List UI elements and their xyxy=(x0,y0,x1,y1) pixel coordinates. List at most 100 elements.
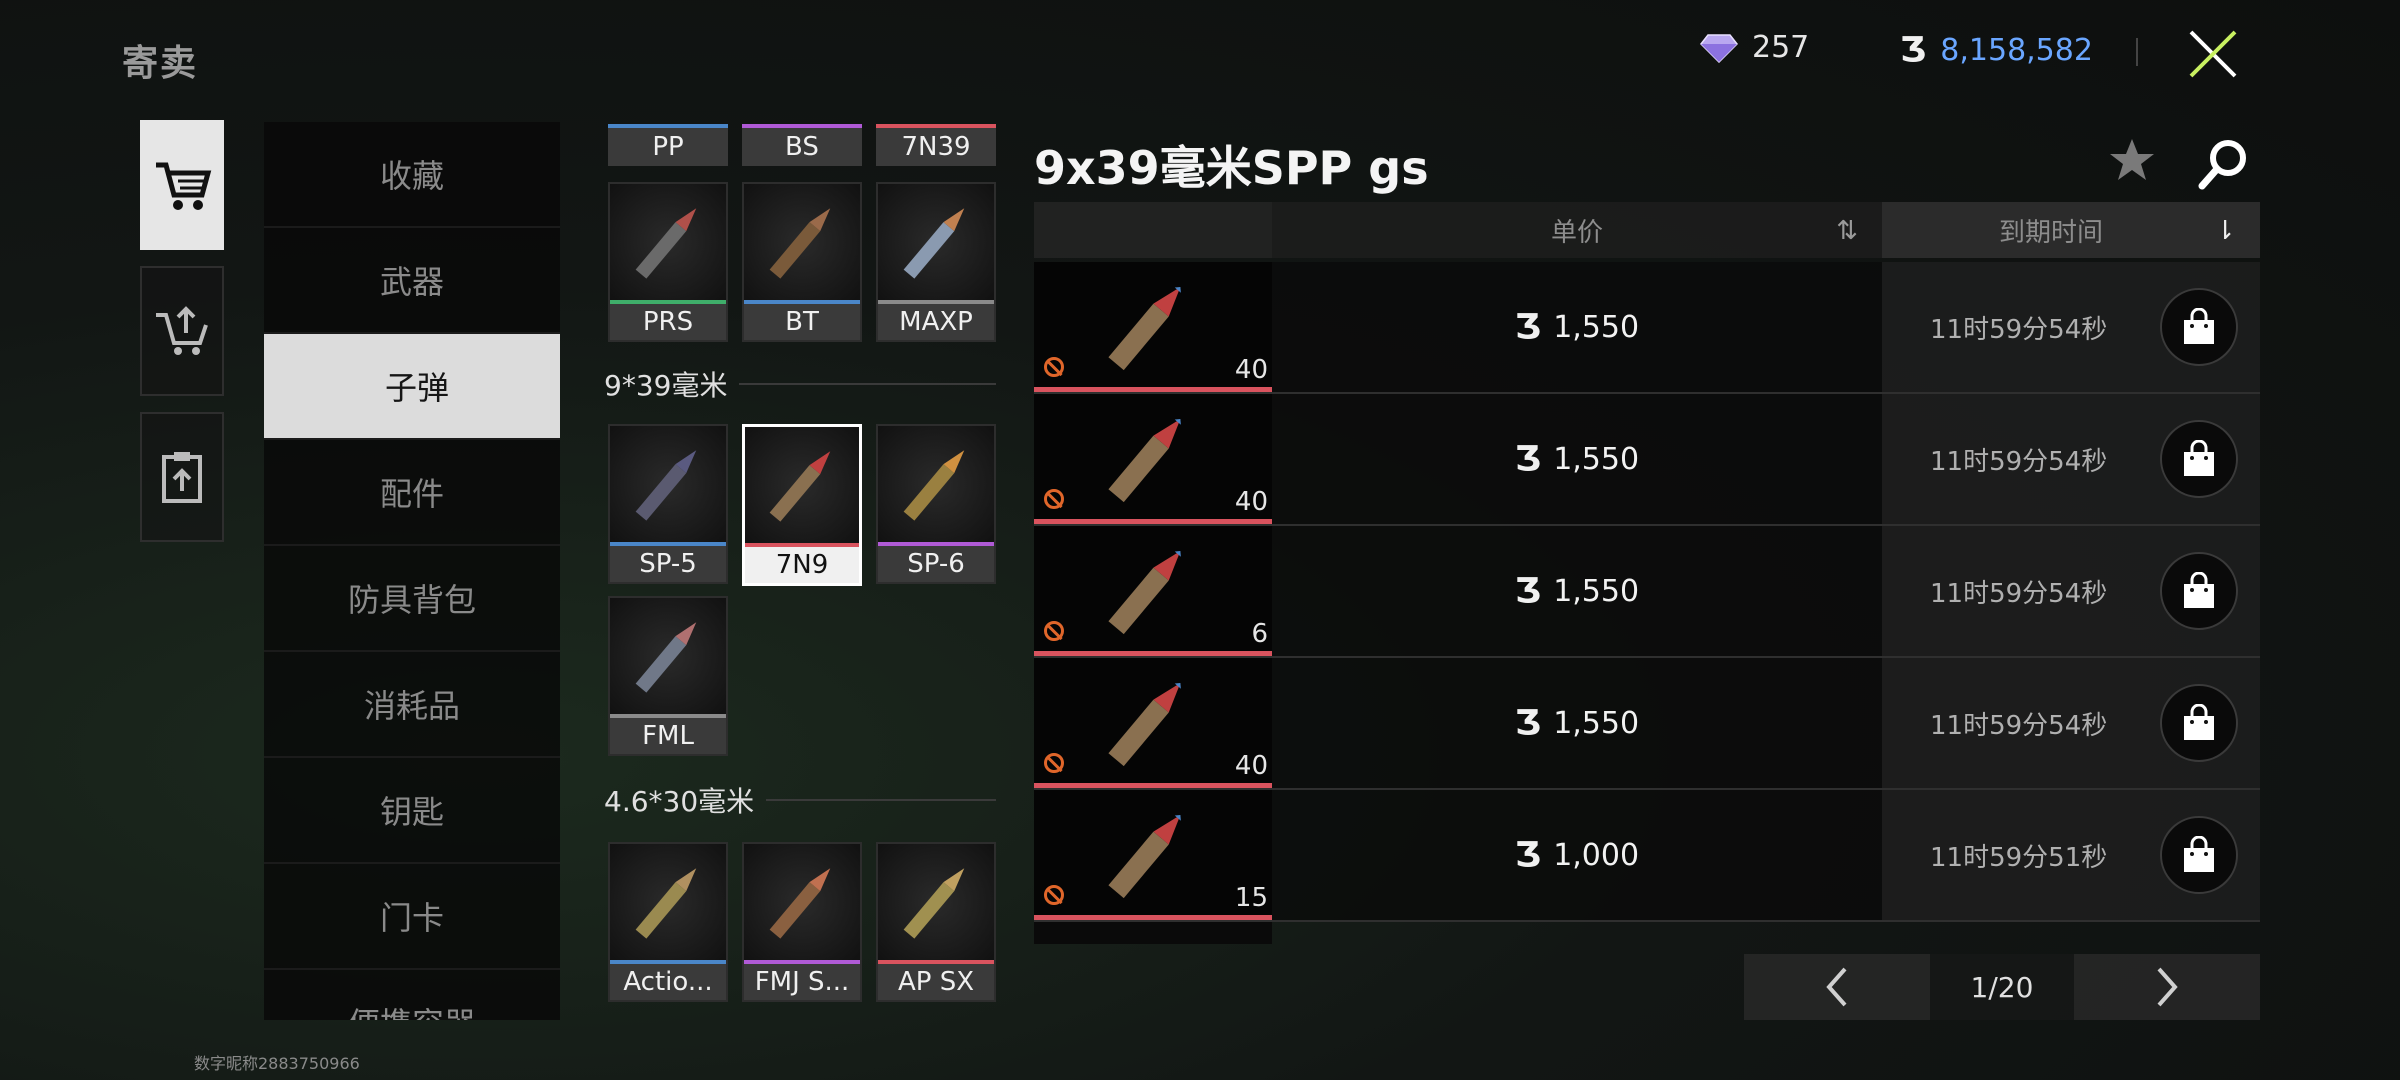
header-divider xyxy=(2136,38,2138,66)
price-value: 1,550 xyxy=(1553,573,1640,609)
category-containers[interactable]: 便携容器 xyxy=(264,970,560,1020)
search-icon[interactable] xyxy=(2196,136,2252,192)
listing-expiry: 11时59分51秒 xyxy=(1882,790,2260,920)
prev-page-button[interactable] xyxy=(1744,954,1930,1020)
listing-thumb: 40 xyxy=(1034,394,1272,524)
coin-icon: Ӡ xyxy=(1514,307,1542,347)
category-consumables[interactable]: 消耗品 xyxy=(264,652,560,758)
bullet-icon xyxy=(878,184,994,300)
expiry-value: 11时59分54秒 xyxy=(1930,578,2108,609)
listing-header: 单价 ⇅ 到期时间 ⇂ xyxy=(1034,202,2260,258)
shopping-bag-icon xyxy=(2184,836,2214,872)
bullet-icon xyxy=(610,184,726,300)
sort-desc-icon: ⇂ xyxy=(2214,216,2236,246)
listing-row[interactable]: 6 Ӡ 1,550 11时59分54秒 xyxy=(1034,526,2260,658)
listing-row-partial xyxy=(1034,922,1272,944)
ammo-label: SP-6 xyxy=(878,542,994,582)
ammo-card-fmj-sx[interactable]: FMJ S... xyxy=(742,842,862,1002)
tab-records[interactable] xyxy=(140,412,224,542)
category-favorites[interactable]: 收藏 xyxy=(264,122,560,228)
ammo-card-maxp[interactable]: MAXP xyxy=(876,182,996,342)
buy-button[interactable] xyxy=(2160,420,2238,498)
listing-row[interactable]: 40 Ӡ 1,550 11时59分54秒 xyxy=(1034,394,2260,526)
ammo-grid: PP BS 7N39 PRS BT MAXP 9*39毫米 SP-5 7N9 S… xyxy=(604,120,1004,1020)
coin-icon: Ӡ xyxy=(1514,571,1542,611)
listing-row[interactable]: 40 Ӡ 1,550 11时59分54秒 xyxy=(1034,658,2260,790)
ammo-label: FMJ S... xyxy=(744,960,860,1000)
buy-button[interactable] xyxy=(2160,288,2238,366)
category-weapons[interactable]: 武器 xyxy=(264,228,560,334)
close-button[interactable] xyxy=(2172,18,2254,90)
listing-expiry: 11时59分54秒 xyxy=(1882,394,2260,524)
header-price-label: 单价 xyxy=(1550,217,1603,248)
next-page-button[interactable] xyxy=(2074,954,2260,1020)
not-tradable-icon xyxy=(1044,489,1064,509)
buy-button[interactable] xyxy=(2160,684,2238,762)
coin-icon: Ӡ xyxy=(1514,439,1542,479)
bullet-icon xyxy=(878,426,994,542)
item-quantity: 40 xyxy=(1234,487,1268,517)
money-amount: 8,158,582 xyxy=(1940,32,2093,68)
tab-buy[interactable] xyxy=(140,120,224,250)
section-9x39: 9*39毫米 xyxy=(604,364,996,404)
ammo-label: BT xyxy=(744,300,860,340)
category-list: 收藏 武器 子弹 配件 防具背包 消耗品 钥匙 门卡 便携容器 xyxy=(264,122,560,1020)
listing-row[interactable]: 15 Ӡ 1,000 11时59分51秒 xyxy=(1034,790,2260,922)
bullet-icon xyxy=(878,844,994,960)
money-balance: Ӡ 8,158,582 xyxy=(1900,30,2093,70)
price-value: 1,000 xyxy=(1553,837,1640,873)
ammo-label: AP SX xyxy=(878,960,994,1000)
listing-expiry: 11时59分54秒 xyxy=(1882,526,2260,656)
not-tradable-icon xyxy=(1044,753,1064,773)
buy-button[interactable] xyxy=(2160,816,2238,894)
cart-upload-icon xyxy=(156,306,208,355)
not-tradable-icon xyxy=(1044,357,1064,377)
price-value: 1,550 xyxy=(1553,309,1640,345)
listing-row[interactable]: 40 Ӡ 1,550 11时59分54秒 xyxy=(1034,262,2260,394)
category-attachments[interactable]: 配件 xyxy=(264,440,560,546)
header-price[interactable]: 单价 ⇅ xyxy=(1272,202,1882,258)
listing-price: Ӡ 1,550 xyxy=(1272,262,1882,392)
ammo-chip-bs[interactable]: BS xyxy=(742,124,862,166)
tab-sell[interactable] xyxy=(140,266,224,396)
listing-price: Ӡ 1,550 xyxy=(1272,526,1882,656)
listing-thumb: 6 xyxy=(1034,526,1272,656)
ammo-chip-pp[interactable]: PP xyxy=(608,124,728,166)
ammo-label: PRS xyxy=(610,300,726,340)
ammo-card-sp5[interactable]: SP-5 xyxy=(608,424,728,584)
shopping-bag-icon xyxy=(2184,704,2214,740)
header-expiry[interactable]: 到期时间 ⇂ xyxy=(1882,202,2260,258)
buy-button[interactable] xyxy=(2160,552,2238,630)
ammo-card-action[interactable]: Actio... xyxy=(608,842,728,1002)
section-title: 4.6*30毫米 xyxy=(604,785,755,818)
listing-thumb: 40 xyxy=(1034,262,1272,392)
ammo-card-ap-sx[interactable]: AP SX xyxy=(876,842,996,1002)
expiry-value: 11时59分54秒 xyxy=(1930,446,2108,477)
bullet-icon xyxy=(744,844,860,960)
section-divider xyxy=(739,383,996,385)
ammo-card-bt[interactable]: BT xyxy=(742,182,862,342)
bullet-icon xyxy=(744,184,860,300)
bullet-icon xyxy=(610,426,726,542)
category-keycards[interactable]: 门卡 xyxy=(264,864,560,970)
listing-expiry: 11时59分54秒 xyxy=(1882,658,2260,788)
bullet-icon xyxy=(610,844,726,960)
category-armor-bags[interactable]: 防具背包 xyxy=(264,546,560,652)
ammo-card-sp6[interactable]: SP-6 xyxy=(876,424,996,584)
user-id-watermark: 数字昵称2883750966 xyxy=(194,1054,360,1073)
ammo-label: Actio... xyxy=(610,960,726,1000)
bullet-icon xyxy=(1108,551,1181,635)
ammo-card-prs[interactable]: PRS xyxy=(608,182,728,342)
not-tradable-icon xyxy=(1044,885,1064,905)
listing-expiry: 11时59分54秒 xyxy=(1882,262,2260,392)
category-ammo[interactable]: 子弹 xyxy=(264,334,560,440)
item-quantity: 15 xyxy=(1234,883,1268,913)
ammo-chip-7n39[interactable]: 7N39 xyxy=(876,124,996,166)
listing-thumb: 15 xyxy=(1034,790,1272,920)
close-icon xyxy=(2189,30,2237,78)
ammo-card-7n9[interactable]: 7N9 xyxy=(742,424,862,586)
ammo-card-fml[interactable]: FML xyxy=(608,596,728,756)
shopping-bag-icon xyxy=(2184,572,2214,608)
category-keys[interactable]: 钥匙 xyxy=(264,758,560,864)
favorite-star-icon[interactable] xyxy=(2108,136,2156,184)
